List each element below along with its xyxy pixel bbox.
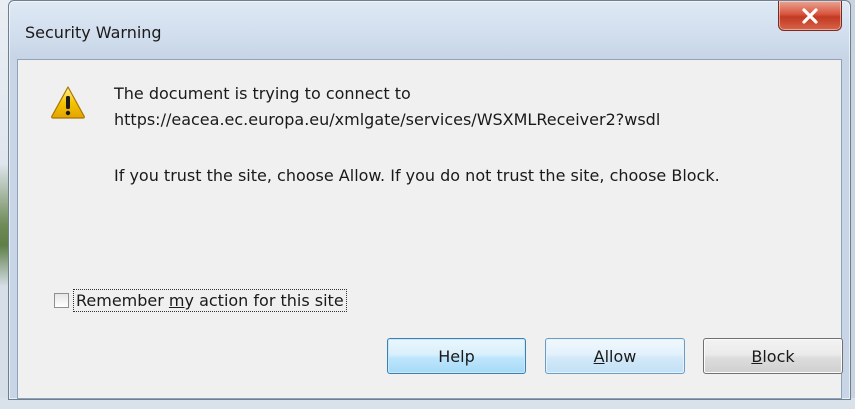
warning-icon (51, 86, 85, 119)
remember-option[interactable]: Remember my action for this site (54, 289, 347, 312)
remember-checkbox[interactable] (54, 293, 69, 308)
block-button-mnemonic: B (751, 346, 763, 366)
dialog-title: Security Warning (25, 23, 162, 42)
remember-label-start: Remember (76, 291, 169, 310)
remember-label-end: y action for this site (184, 291, 344, 310)
allow-button[interactable]: Allow (545, 338, 685, 374)
dialog-body: The document is trying to connect to htt… (17, 59, 843, 399)
message-instruction: If you trust the site, choose Allow. If … (114, 166, 720, 185)
allow-button-label: llow (604, 346, 637, 366)
message-line-1: The document is trying to connect to (114, 84, 411, 103)
security-warning-dialog: Security Warning The document is trying … (8, 0, 851, 400)
message-url: https://eacea.ec.europa.eu/xmlgate/servi… (114, 110, 661, 129)
remember-label[interactable]: Remember my action for this site (73, 289, 347, 312)
help-button-label: Help (438, 346, 475, 366)
close-button[interactable] (778, 1, 842, 31)
close-icon (802, 7, 818, 24)
block-button[interactable]: Block (703, 338, 843, 374)
title-bar[interactable]: Security Warning (9, 1, 850, 59)
block-button-label: lock (762, 346, 795, 366)
help-button[interactable]: Help (387, 338, 526, 374)
allow-button-mnemonic: A (593, 346, 605, 366)
remember-label-mnemonic: m (168, 291, 185, 310)
